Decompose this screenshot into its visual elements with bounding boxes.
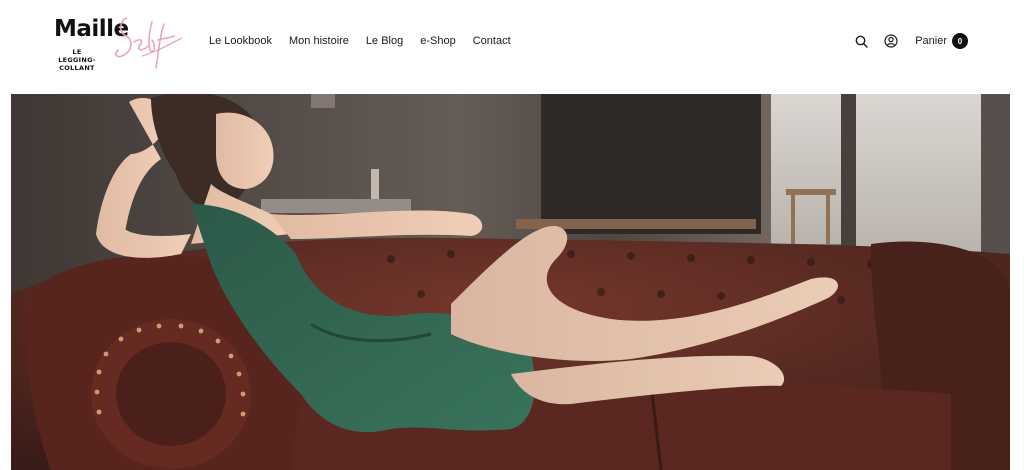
hero-photo bbox=[11, 94, 1010, 470]
nav-item-mon-histoire[interactable]: Mon histoire bbox=[289, 35, 349, 47]
nav-item-eshop[interactable]: e-Shop bbox=[420, 35, 455, 47]
brand-tagline: LE LEGGING- COLLANT bbox=[55, 48, 99, 72]
header-tools: Panier 0 bbox=[853, 33, 968, 49]
brand-tagline-line3: COLLANT bbox=[59, 64, 95, 72]
brand-tagline-line2: LEGGING- bbox=[58, 56, 96, 64]
cart-button[interactable]: Panier 0 bbox=[915, 33, 968, 49]
site-header: Maille LE LEGGING- COLLANT Le Lookbook M… bbox=[0, 0, 1024, 94]
search-icon[interactable] bbox=[853, 33, 869, 49]
cart-label: Panier bbox=[915, 35, 947, 47]
nav-item-contact[interactable]: Contact bbox=[473, 35, 511, 47]
nav-item-lookbook[interactable]: Le Lookbook bbox=[209, 35, 272, 47]
nav-item-blog[interactable]: Le Blog bbox=[366, 35, 403, 47]
user-icon[interactable] bbox=[883, 33, 899, 49]
main-nav: Le Lookbook Mon histoire Le Blog e-Shop … bbox=[209, 35, 528, 47]
brand-logo[interactable]: Maille LE LEGGING- COLLANT bbox=[52, 12, 192, 74]
cart-count-badge: 0 bbox=[952, 33, 968, 49]
brand-script-self bbox=[115, 17, 183, 69]
hero-image bbox=[11, 94, 1010, 470]
brand-tagline-line1: LE bbox=[72, 48, 82, 56]
